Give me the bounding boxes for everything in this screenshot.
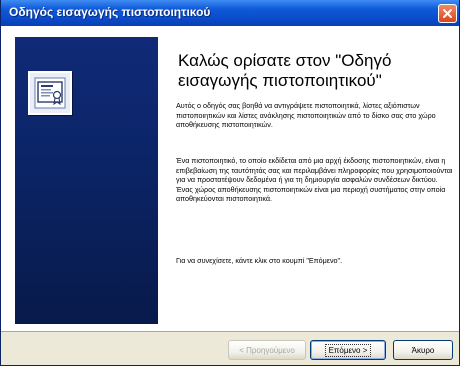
certificate-import-wizard-window: Οδηγός εισαγωγής πιστοποιητικού Καλώς ορ… bbox=[0, 0, 460, 366]
cancel-button-label: Άκυρο bbox=[411, 345, 435, 355]
continue-instruction: Για να συνεχίσετε, κάντε κλικ στο κουμπί… bbox=[176, 256, 343, 265]
wizard-footer: < Προηγούμενο Επόμενο > Άκυρο bbox=[1, 331, 459, 365]
close-button[interactable] bbox=[438, 4, 457, 23]
cancel-button[interactable]: Άκυρο bbox=[393, 340, 453, 360]
back-button[interactable]: < Προηγούμενο bbox=[228, 340, 306, 360]
intro-paragraph: Αυτός ο οδηγός σας βοηθά να αντιγράψετε … bbox=[176, 101, 436, 130]
wizard-heading: Καλώς ορίσατε στον "Οδηγό εισαγωγής πιστ… bbox=[178, 51, 392, 90]
next-button-label: Επόμενο > bbox=[324, 343, 372, 357]
certificate-icon bbox=[28, 71, 72, 115]
back-button-label: < Προηγούμενο bbox=[239, 345, 295, 355]
wizard-body: Καλώς ορίσατε στον "Οδηγό εισαγωγής πιστ… bbox=[1, 26, 459, 331]
next-button[interactable]: Επόμενο > bbox=[310, 340, 386, 360]
window-title: Οδηγός εισαγωγής πιστοποιητικού bbox=[9, 5, 211, 19]
close-icon bbox=[442, 8, 453, 19]
certificate-description-paragraph: Ένα πιστοποιητικό, το οποίο εκδίδεται απ… bbox=[176, 156, 453, 204]
title-bar[interactable]: Οδηγός εισαγωγής πιστοποιητικού bbox=[1, 0, 459, 26]
wizard-banner bbox=[15, 37, 158, 324]
